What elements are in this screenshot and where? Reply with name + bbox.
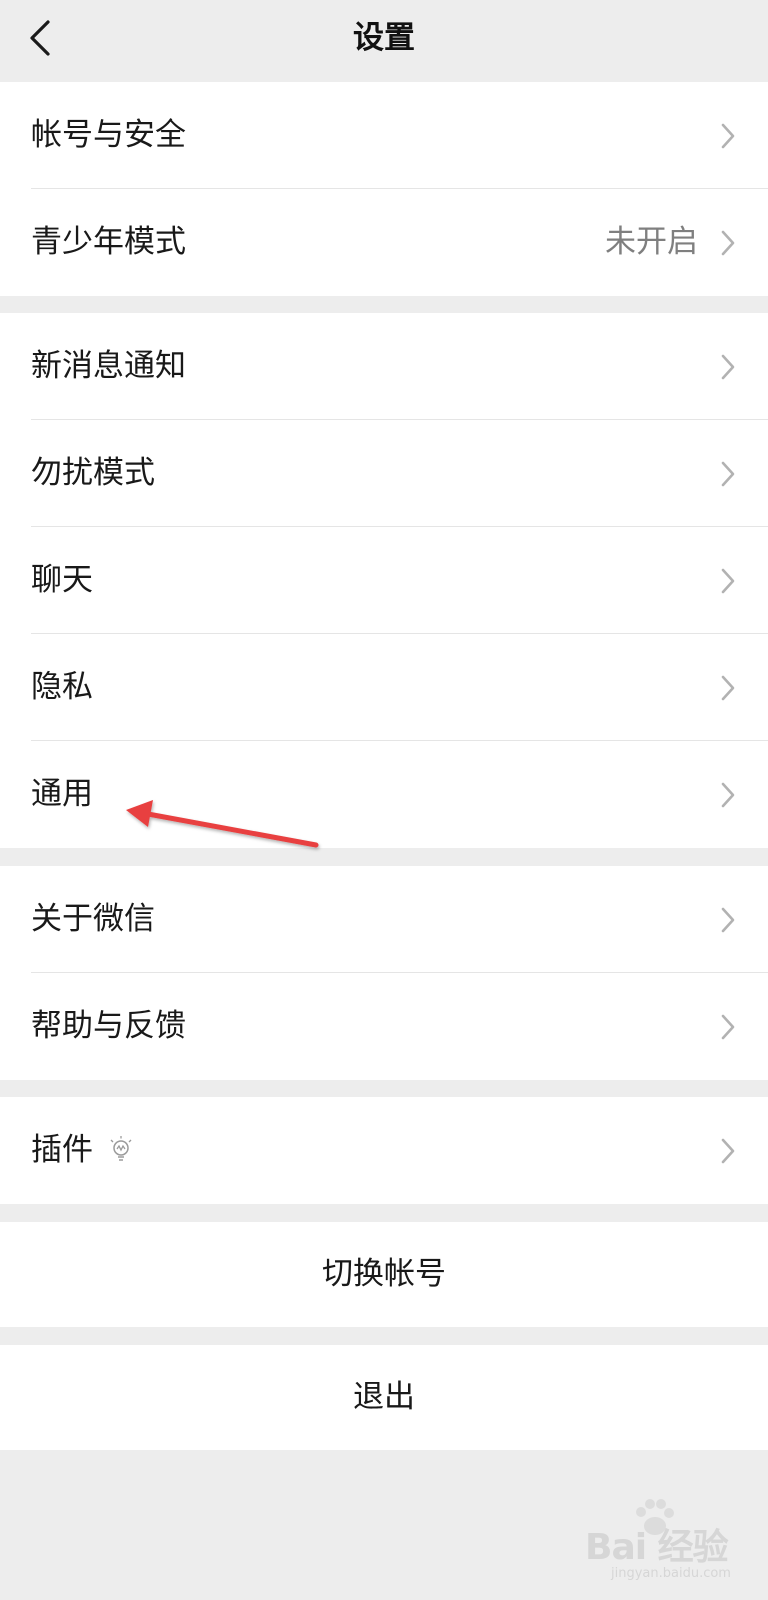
switch-account-label: 切换帐号 (322, 1256, 446, 1292)
chevron-right-icon (721, 1138, 735, 1164)
chevron-right-icon (721, 1014, 735, 1040)
settings-item-notifications[interactable]: 新消息通知 (0, 313, 768, 420)
back-button[interactable] (22, 16, 66, 60)
watermark-subtext: jingyan.baidu.com (611, 1566, 731, 1581)
logout-label: 退出 (353, 1379, 415, 1415)
settings-item-plugins[interactable]: 插件 (0, 1097, 768, 1204)
settings-group-about: 关于微信 帮助与反馈 (0, 866, 768, 1080)
chevron-right-icon (721, 782, 735, 808)
settings-item-label: 通用 (31, 776, 93, 812)
settings-group-plugins: 插件 (0, 1097, 768, 1204)
settings-item-label: 新消息通知 (31, 348, 186, 384)
watermark-text: Bai 经验 (585, 1527, 729, 1568)
chevron-right-icon (721, 568, 735, 594)
settings-item-account-security[interactable]: 帐号与安全 (0, 82, 768, 189)
chevron-right-icon (721, 461, 735, 487)
settings-item-label: 聊天 (31, 562, 93, 598)
chevron-left-icon (30, 20, 50, 56)
switch-account-button[interactable]: 切换帐号 (0, 1222, 768, 1327)
chevron-right-icon (721, 675, 735, 701)
settings-item-do-not-disturb[interactable]: 勿扰模式 (0, 420, 768, 527)
chevron-right-icon (721, 907, 735, 933)
settings-item-label: 勿扰模式 (31, 455, 155, 491)
logout-button[interactable]: 退出 (0, 1345, 768, 1450)
settings-item-privacy[interactable]: 隐私 (0, 634, 768, 741)
settings-item-label: 关于微信 (31, 901, 155, 937)
settings-item-help-feedback[interactable]: 帮助与反馈 (0, 973, 768, 1080)
settings-group-account: 帐号与安全 青少年模式 未开启 (0, 82, 768, 296)
settings-item-teen-mode[interactable]: 青少年模式 未开启 (0, 189, 768, 296)
settings-item-label: 插件 (31, 1132, 93, 1168)
nav-bar: 设置 (0, 0, 768, 82)
page-title: 设置 (353, 20, 415, 56)
settings-item-chat[interactable]: 聊天 (0, 527, 768, 634)
lightbulb-icon (110, 1136, 132, 1161)
settings-item-label: 青少年模式 (31, 224, 186, 260)
settings-item-label: 帐号与安全 (31, 117, 186, 153)
settings-item-label: 隐私 (31, 669, 93, 705)
settings-item-about-wechat[interactable]: 关于微信 (0, 866, 768, 973)
chevron-right-icon (721, 123, 735, 149)
settings-group-general: 新消息通知 勿扰模式 聊天 隐私 通用 (0, 313, 768, 848)
teen-mode-status: 未开启 (605, 224, 698, 260)
chevron-right-icon (721, 354, 735, 380)
baidu-watermark: Bai 经验 jingyan.baidu.com (585, 1498, 755, 1590)
settings-item-general[interactable]: 通用 (0, 741, 768, 848)
settings-item-label: 帮助与反馈 (31, 1008, 186, 1044)
chevron-right-icon (721, 230, 735, 256)
